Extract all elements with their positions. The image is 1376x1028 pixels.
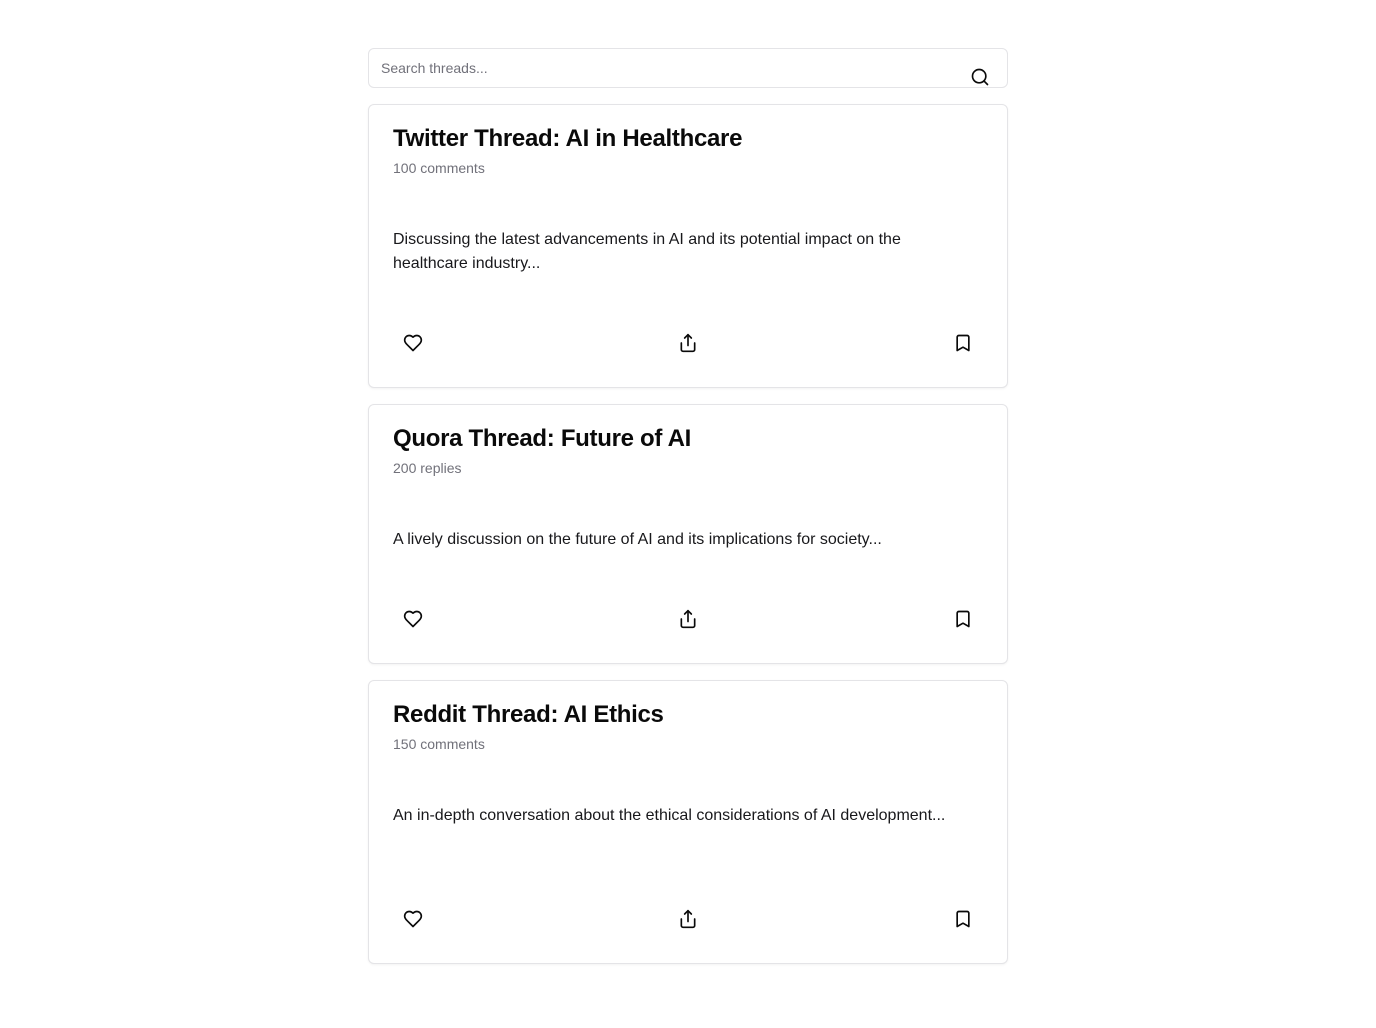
thread-excerpt: A lively discussion on the future of AI … (393, 531, 882, 548)
bookmark-button[interactable] (943, 899, 983, 939)
heart-icon (403, 334, 423, 352)
thread-excerpt: Discussing the latest advancements in AI… (393, 231, 901, 272)
search-bar (368, 48, 1008, 88)
bookmark-button[interactable] (943, 323, 983, 363)
thread-actions (393, 323, 983, 363)
share-button[interactable] (668, 599, 708, 639)
bookmark-icon (956, 334, 970, 352)
bookmark-button[interactable] (943, 599, 983, 639)
thread-feed: Twitter Thread: AI in Healthcare 100 com… (368, 48, 1008, 964)
thread-title[interactable]: Reddit Thread: AI Ethics (393, 701, 664, 729)
thread-title[interactable]: Quora Thread: Future of AI (393, 425, 691, 453)
like-button[interactable] (393, 899, 433, 939)
thread-card: Reddit Thread: AI Ethics 150 comments An… (368, 680, 1008, 964)
like-button[interactable] (393, 323, 433, 363)
search-icon[interactable] (970, 67, 990, 87)
thread-card: Twitter Thread: AI in Healthcare 100 com… (368, 104, 1008, 388)
thread-comment-count: 150 comments (393, 736, 485, 752)
heart-icon (403, 910, 423, 928)
share-icon (680, 609, 696, 629)
search-input[interactable] (369, 49, 1007, 87)
thread-actions (393, 599, 983, 639)
thread-card: Quora Thread: Future of AI 200 replies A… (368, 404, 1008, 664)
thread-reply-count: 200 replies (393, 460, 462, 476)
bookmark-icon (956, 610, 970, 628)
share-icon (680, 909, 696, 929)
share-button[interactable] (668, 899, 708, 939)
heart-icon (403, 610, 423, 628)
thread-excerpt: An in-depth conversation about the ethic… (393, 807, 946, 824)
share-icon (680, 333, 696, 353)
bookmark-icon (956, 910, 970, 928)
thread-comment-count: 100 comments (393, 160, 485, 176)
like-button[interactable] (393, 599, 433, 639)
share-button[interactable] (668, 323, 708, 363)
thread-title[interactable]: Twitter Thread: AI in Healthcare (393, 125, 742, 153)
thread-actions (393, 899, 983, 939)
